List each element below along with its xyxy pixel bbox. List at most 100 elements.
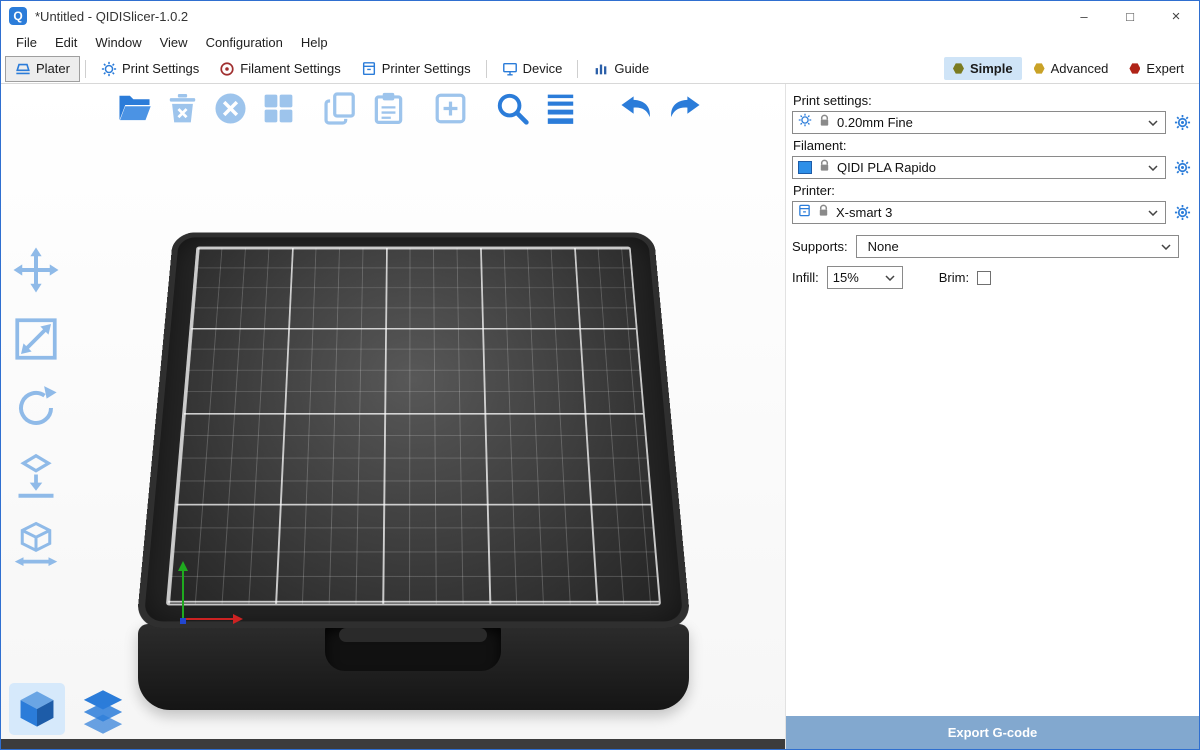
filament-gear-button[interactable] — [1173, 159, 1191, 176]
supports-combo[interactable]: None — [856, 235, 1179, 258]
monitor-icon — [502, 61, 518, 77]
search-icon — [494, 90, 531, 127]
viewport-toolbar — [113, 87, 705, 129]
app-logo-icon: Q — [9, 7, 27, 25]
place-on-face-button[interactable] — [7, 449, 65, 505]
z-axis-dot — [180, 618, 186, 624]
open-button[interactable] — [113, 87, 155, 129]
infill-value: 15% — [833, 270, 879, 285]
tab-device[interactable]: Device — [492, 56, 573, 82]
filament-spool-icon — [219, 61, 235, 77]
chevron-down-icon — [1148, 120, 1158, 126]
redo-arrow-icon — [666, 90, 703, 127]
menu-edit[interactable]: Edit — [46, 32, 86, 53]
window-title: *Untitled - QIDISlicer-1.0.2 — [35, 9, 1061, 24]
mode-selector: Simple Advanced Expert — [944, 57, 1193, 80]
mode-advanced[interactable]: Advanced — [1025, 57, 1118, 80]
search-button[interactable] — [491, 87, 533, 129]
settings-sidebar: Print settings: 0.20mm Fine Filament: QI… — [785, 84, 1199, 749]
lock-icon — [818, 159, 831, 177]
editor-view-button[interactable] — [9, 683, 65, 735]
plater-icon — [15, 61, 31, 77]
print-settings-label: Print settings: — [793, 93, 1191, 108]
object-toolbar — [7, 242, 65, 574]
variable-layer-height-button[interactable] — [539, 87, 581, 129]
copy-button[interactable] — [319, 87, 361, 129]
measure-button[interactable] — [7, 518, 65, 574]
tab-printer-settings[interactable]: Printer Settings — [351, 56, 481, 82]
layer-lines-icon — [542, 90, 579, 127]
layers-icon — [81, 689, 125, 735]
expert-mode-icon — [1129, 63, 1140, 74]
print-settings-gear-button[interactable] — [1173, 114, 1191, 131]
minimize-button[interactable]: – — [1061, 1, 1107, 31]
mode-expert[interactable]: Expert — [1120, 57, 1193, 80]
rotate-button[interactable] — [7, 380, 65, 436]
infill-combo[interactable]: 15% — [827, 266, 903, 289]
tab-filament-settings[interactable]: Filament Settings — [209, 56, 350, 82]
main-area: Print settings: 0.20mm Fine Filament: QI… — [1, 84, 1199, 749]
3d-viewport[interactable] — [1, 84, 785, 749]
scale-button[interactable] — [7, 311, 65, 367]
filament-combo[interactable]: QIDI PLA Rapido — [792, 156, 1166, 179]
arrange-button[interactable] — [257, 87, 299, 129]
print-bed-grip — [339, 628, 487, 642]
move-arrows-icon — [11, 245, 61, 295]
menu-file[interactable]: File — [7, 32, 46, 53]
split-button[interactable] — [429, 87, 471, 129]
circle-x-icon — [212, 90, 249, 127]
arrange-grid-icon — [260, 90, 297, 127]
chevron-down-icon — [1148, 210, 1158, 216]
brim-checkbox[interactable] — [977, 271, 991, 285]
advanced-mode-icon — [1034, 63, 1045, 74]
printer-gear-button[interactable] — [1173, 204, 1191, 221]
menu-help[interactable]: Help — [292, 32, 337, 53]
window-controls: – □ × — [1061, 1, 1199, 31]
print-settings-combo[interactable]: 0.20mm Fine — [792, 111, 1166, 134]
tab-print-settings[interactable]: Print Settings — [91, 56, 209, 82]
chevron-down-icon — [885, 275, 895, 281]
print-bed-handle — [325, 621, 501, 671]
brim-label: Brim: — [939, 270, 969, 285]
preview-view-button[interactable] — [81, 689, 125, 735]
guide-bars-icon — [593, 61, 609, 77]
chevron-down-icon — [1161, 244, 1171, 250]
menu-configuration[interactable]: Configuration — [197, 32, 292, 53]
supports-value: None — [862, 239, 1155, 254]
filament-color-swatch — [798, 161, 812, 174]
export-gcode-button[interactable]: Export G-code — [786, 716, 1199, 749]
filament-value: QIDI PLA Rapido — [837, 160, 1142, 175]
move-button[interactable] — [7, 242, 65, 298]
tab-bar: Plater Print Settings Filament Settings … — [1, 54, 1199, 84]
paste-button[interactable] — [367, 87, 409, 129]
mode-simple[interactable]: Simple — [944, 57, 1022, 80]
x-axis-arrow — [185, 618, 235, 620]
tab-guide[interactable]: Guide — [583, 56, 659, 82]
printer-icon — [798, 204, 811, 222]
copy-icon — [322, 90, 359, 127]
place-on-face-icon — [11, 452, 61, 502]
tab-plater[interactable]: Plater — [5, 56, 80, 82]
close-button[interactable]: × — [1153, 1, 1199, 31]
undo-button[interactable] — [615, 87, 657, 129]
axis-indicator — [173, 554, 253, 630]
delete-all-button[interactable] — [209, 87, 251, 129]
scale-icon — [11, 314, 61, 364]
menu-view[interactable]: View — [151, 32, 197, 53]
gear-icon — [798, 113, 812, 132]
tab-separator — [85, 60, 86, 78]
infill-label: Infill: — [792, 270, 819, 285]
delete-button[interactable] — [161, 87, 203, 129]
printer-combo[interactable]: X-smart 3 — [792, 201, 1166, 224]
app-window: Q *Untitled - QIDISlicer-1.0.2 – □ × Fil… — [0, 0, 1200, 750]
split-plus-icon — [432, 90, 469, 127]
maximize-button[interactable]: □ — [1107, 1, 1153, 31]
lock-icon — [818, 114, 831, 132]
menu-window[interactable]: Window — [86, 32, 150, 53]
title-bar: Q *Untitled - QIDISlicer-1.0.2 – □ × — [1, 1, 1199, 31]
undo-arrow-icon — [618, 90, 655, 127]
printer-value: X-smart 3 — [836, 205, 1142, 220]
printer-label: Printer: — [793, 183, 1191, 198]
chevron-down-icon — [1148, 165, 1158, 171]
redo-button[interactable] — [663, 87, 705, 129]
